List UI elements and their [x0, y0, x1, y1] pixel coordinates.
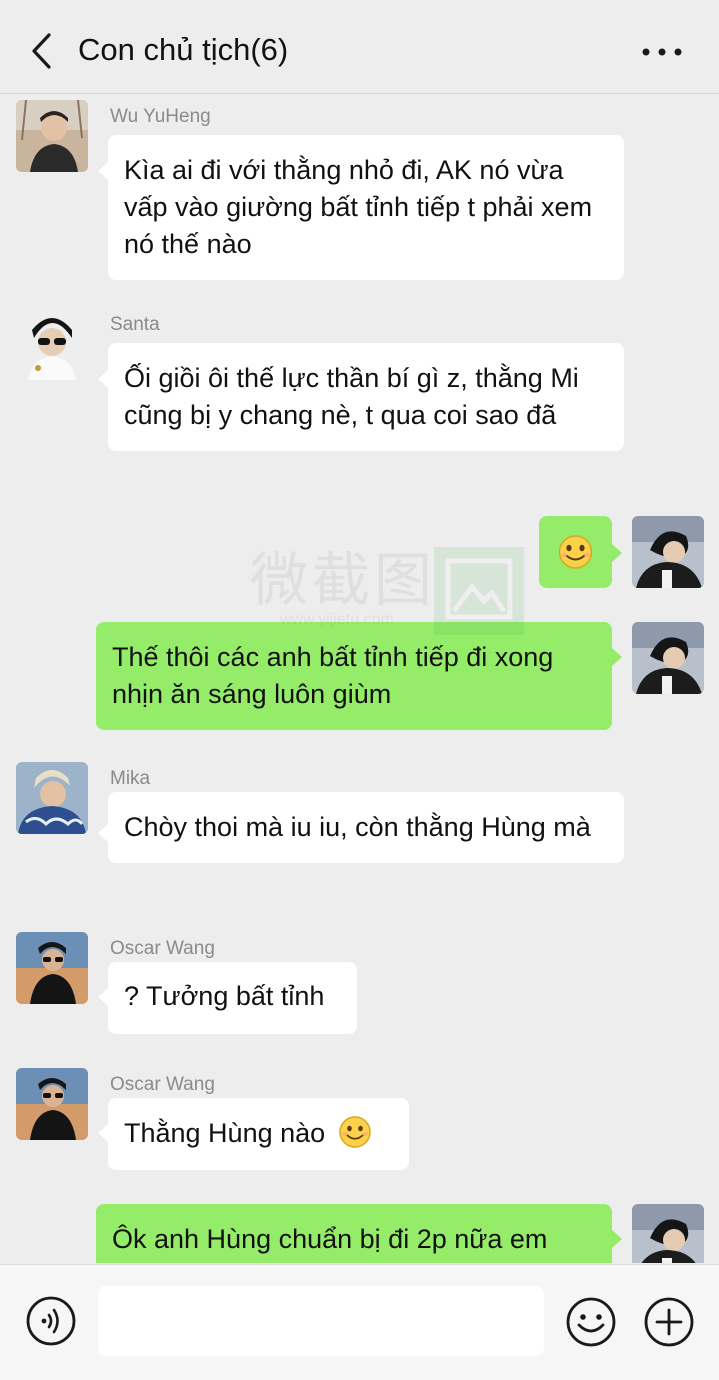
avatar-self[interactable]	[632, 1204, 704, 1263]
plus-icon	[644, 1297, 694, 1347]
message-text: Ối giồi ôi thế lực thần bí gì z, thằng M…	[124, 363, 579, 430]
sender-name: Oscar Wang	[110, 938, 215, 959]
message-bubble[interactable]	[539, 516, 612, 588]
message-text: Kìa ai đi với thằng nhỏ đi, AK nó vừa vấ…	[124, 155, 593, 259]
message-bubble[interactable]: ? Tưởng bất tỉnh	[108, 962, 357, 1034]
chat-title: Con chủ tịch(6)	[78, 32, 289, 67]
more-dots-icon	[642, 48, 682, 56]
message-text: Thế thôi các anh bất tỉnh tiếp đi xong n…	[112, 642, 554, 709]
message-text: ? Tưởng bất tỉnh	[124, 981, 325, 1011]
message-item: Santa Ối giồi ôi thế lực thần bí gì z, t…	[0, 308, 719, 488]
message-item: Mika Chòy thoi mà iu iu, còn thằng Hùng …	[0, 762, 719, 902]
avatar-mika[interactable]	[16, 762, 88, 834]
smile-emoji-icon	[337, 1114, 373, 1160]
chevron-left-icon	[32, 33, 51, 69]
message-text: Chòy thoi mà iu iu, còn thằng Hùng mà	[124, 812, 591, 842]
message-item: Oscar Wang Thằng Hùng nào	[0, 1068, 719, 1178]
avatar-oscar-wang[interactable]	[16, 932, 88, 1004]
message-text: Thằng Hùng nào	[124, 1118, 326, 1148]
sender-name: Santa	[110, 314, 160, 335]
sender-name: Wu YuHeng	[110, 106, 211, 127]
message-list[interactable]: Wu YuHeng Kìa ai đi với thằng nhỏ đi, AK…	[0, 95, 719, 1263]
sender-name: Oscar Wang	[110, 1074, 215, 1095]
avatar-oscar-wang[interactable]	[16, 1068, 88, 1140]
input-bar	[0, 1264, 719, 1380]
message-item: Thế thôi các anh bất tỉnh tiếp đi xong n…	[0, 622, 719, 732]
more-button[interactable]	[638, 34, 688, 70]
sender-name: Mika	[110, 768, 151, 789]
avatar-self[interactable]	[632, 516, 704, 588]
message-item: Wu YuHeng Kìa ai đi với thằng nhỏ đi, AK…	[0, 100, 719, 280]
message-item: Oscar Wang ? Tưởng bất tỉnh	[0, 932, 719, 1042]
emoji-button[interactable]	[564, 1295, 618, 1349]
message-bubble[interactable]: Thế thôi các anh bất tỉnh tiếp đi xong n…	[96, 622, 612, 730]
message-bubble[interactable]: Thằng Hùng nào	[108, 1098, 409, 1170]
chat-header: Con chủ tịch(6)	[0, 0, 719, 94]
plus-button[interactable]	[642, 1295, 696, 1349]
back-button[interactable]	[22, 28, 62, 74]
avatar-self[interactable]	[632, 622, 704, 694]
message-bubble[interactable]: Kìa ai đi với thằng nhỏ đi, AK nó vừa vấ…	[108, 135, 624, 280]
voice-button[interactable]	[25, 1295, 77, 1347]
voice-icon	[26, 1296, 76, 1346]
message-bubble[interactable]: Chòy thoi mà iu iu, còn thằng Hùng mà	[108, 792, 624, 863]
message-input[interactable]	[98, 1286, 544, 1356]
smile-emoji-icon	[558, 535, 593, 569]
message-bubble[interactable]: Ối giồi ôi thế lực thần bí gì z, thằng M…	[108, 343, 624, 451]
emoji-icon	[566, 1297, 616, 1347]
message-item	[0, 516, 719, 592]
message-text: Ôk anh Hùng chuẩn bị đi 2p nữa em	[112, 1224, 548, 1254]
avatar-wu-yuheng[interactable]	[16, 100, 88, 172]
message-bubble[interactable]: Ôk anh Hùng chuẩn bị đi 2p nữa em	[96, 1204, 612, 1263]
avatar-santa[interactable]	[16, 308, 88, 380]
message-item: Ôk anh Hùng chuẩn bị đi 2p nữa em	[0, 1204, 719, 1263]
